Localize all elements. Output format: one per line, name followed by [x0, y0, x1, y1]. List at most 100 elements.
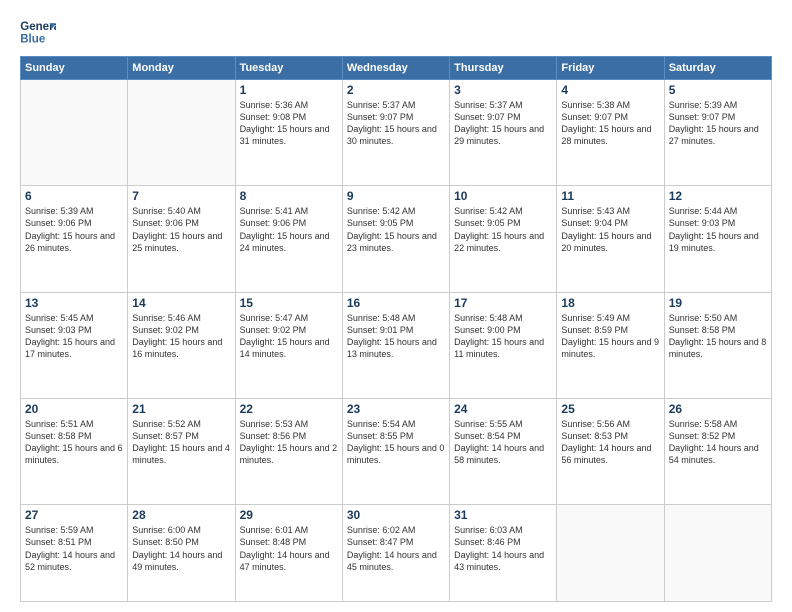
- day-number: 10: [454, 189, 552, 203]
- day-number: 8: [240, 189, 338, 203]
- day-number: 23: [347, 402, 445, 416]
- week-row-1: 1 Sunrise: 5:36 AM Sunset: 9:08 PM Daylig…: [21, 80, 772, 186]
- weekday-header-tuesday: Tuesday: [235, 57, 342, 80]
- calendar-cell: 15Sunrise: 5:47 AM Sunset: 9:02 PM Dayli…: [235, 292, 342, 398]
- day-number: 18: [561, 296, 659, 310]
- day-number: 16: [347, 296, 445, 310]
- cell-content: Sunrise: 5:48 AM Sunset: 9:01 PM Dayligh…: [347, 312, 445, 361]
- cell-content: Sunrise: 5:46 AM Sunset: 9:02 PM Dayligh…: [132, 312, 230, 361]
- week-row-4: 20Sunrise: 5:51 AM Sunset: 8:58 PM Dayli…: [21, 398, 772, 504]
- cell-content: Sunrise: 5:50 AM Sunset: 8:58 PM Dayligh…: [669, 312, 767, 361]
- calendar-cell: 16 Sunrise: 5:48 AM Sunset: 9:01 PM Dayli…: [342, 292, 449, 398]
- week-row-2: 6 Sunrise: 5:39 AM Sunset: 9:06 PM Daylig…: [21, 186, 772, 292]
- day-number: 5: [669, 83, 767, 97]
- cell-content: Sunrise: 5:49 AM Sunset: 8:59 PM Dayligh…: [561, 312, 659, 361]
- cell-content: Sunrise: 5:52 AM Sunset: 8:57 PM Dayligh…: [132, 418, 230, 467]
- calendar-cell: 28 Sunrise: 6:00 AM Sunset: 8:50 PM Dayli…: [128, 505, 235, 602]
- calendar-cell: 22 Sunrise: 5:53 AM Sunset: 8:56 PM Dayli…: [235, 398, 342, 504]
- day-number: 3: [454, 83, 552, 97]
- day-number: 4: [561, 83, 659, 97]
- calendar-table: SundayMondayTuesdayWednesdayThursdayFrid…: [20, 56, 772, 602]
- week-row-3: 13 Sunrise: 5:45 AM Sunset: 9:03 PM Dayli…: [21, 292, 772, 398]
- calendar-cell: 26Sunrise: 5:58 AM Sunset: 8:52 PM Dayli…: [664, 398, 771, 504]
- day-number: 12: [669, 189, 767, 203]
- day-number: 28: [132, 508, 230, 522]
- cell-content: Sunrise: 5:56 AM Sunset: 8:53 PM Dayligh…: [561, 418, 659, 467]
- cell-content: Sunrise: 5:48 AM Sunset: 9:00 PM Dayligh…: [454, 312, 552, 361]
- weekday-header-saturday: Saturday: [664, 57, 771, 80]
- day-number: 27: [25, 508, 123, 522]
- calendar-cell: [128, 80, 235, 186]
- calendar-cell: [21, 80, 128, 186]
- weekday-header-thursday: Thursday: [450, 57, 557, 80]
- cell-content: Sunrise: 5:39 AM Sunset: 9:06 PM Dayligh…: [25, 205, 123, 254]
- cell-content: Sunrise: 5:39 AM Sunset: 9:07 PM Dayligh…: [669, 99, 767, 148]
- day-number: 1: [240, 83, 338, 97]
- cell-content: Sunrise: 5:44 AM Sunset: 9:03 PM Dayligh…: [669, 205, 767, 254]
- logo-icon: General Blue: [20, 16, 56, 48]
- calendar-cell: 25 Sunrise: 5:56 AM Sunset: 8:53 PM Dayli…: [557, 398, 664, 504]
- day-number: 17: [454, 296, 552, 310]
- weekday-header-monday: Monday: [128, 57, 235, 80]
- day-number: 14: [132, 296, 230, 310]
- header: General Blue: [20, 16, 772, 48]
- calendar-cell: 29 Sunrise: 6:01 AM Sunset: 8:48 PM Dayli…: [235, 505, 342, 602]
- weekday-header-friday: Friday: [557, 57, 664, 80]
- day-number: 20: [25, 402, 123, 416]
- cell-content: Sunrise: 5:42 AM Sunset: 9:05 PM Dayligh…: [454, 205, 552, 254]
- calendar-cell: 23 Sunrise: 5:54 AM Sunset: 8:55 PM Dayli…: [342, 398, 449, 504]
- cell-content: Sunrise: 5:45 AM Sunset: 9:03 PM Dayligh…: [25, 312, 123, 361]
- weekday-header-sunday: Sunday: [21, 57, 128, 80]
- calendar-cell: 8 Sunrise: 5:41 AM Sunset: 9:06 PM Daylig…: [235, 186, 342, 292]
- day-number: 6: [25, 189, 123, 203]
- day-number: 22: [240, 402, 338, 416]
- day-number: 21: [132, 402, 230, 416]
- cell-content: Sunrise: 6:02 AM Sunset: 8:47 PM Dayligh…: [347, 524, 445, 573]
- day-number: 24: [454, 402, 552, 416]
- cell-content: Sunrise: 5:40 AM Sunset: 9:06 PM Dayligh…: [132, 205, 230, 254]
- calendar-cell: 4 Sunrise: 5:38 AM Sunset: 9:07 PM Daylig…: [557, 80, 664, 186]
- cell-content: Sunrise: 6:01 AM Sunset: 8:48 PM Dayligh…: [240, 524, 338, 573]
- calendar-cell: 18 Sunrise: 5:49 AM Sunset: 8:59 PM Dayli…: [557, 292, 664, 398]
- cell-content: Sunrise: 5:53 AM Sunset: 8:56 PM Dayligh…: [240, 418, 338, 467]
- cell-content: Sunrise: 5:36 AM Sunset: 9:08 PM Dayligh…: [240, 99, 338, 148]
- day-number: 13: [25, 296, 123, 310]
- day-number: 19: [669, 296, 767, 310]
- calendar-cell: 10 Sunrise: 5:42 AM Sunset: 9:05 PM Dayli…: [450, 186, 557, 292]
- calendar-cell: 3 Sunrise: 5:37 AM Sunset: 9:07 PM Daylig…: [450, 80, 557, 186]
- cell-content: Sunrise: 5:41 AM Sunset: 9:06 PM Dayligh…: [240, 205, 338, 254]
- cell-content: Sunrise: 5:37 AM Sunset: 9:07 PM Dayligh…: [454, 99, 552, 148]
- cell-content: Sunrise: 6:03 AM Sunset: 8:46 PM Dayligh…: [454, 524, 552, 573]
- calendar-cell: 31 Sunrise: 6:03 AM Sunset: 8:46 PM Dayli…: [450, 505, 557, 602]
- calendar-cell: 24 Sunrise: 5:55 AM Sunset: 8:54 PM Dayli…: [450, 398, 557, 504]
- calendar-cell: 19 Sunrise: 5:50 AM Sunset: 8:58 PM Dayli…: [664, 292, 771, 398]
- cell-content: Sunrise: 5:58 AM Sunset: 8:52 PM Dayligh…: [669, 418, 767, 467]
- day-number: 29: [240, 508, 338, 522]
- calendar-cell: 13 Sunrise: 5:45 AM Sunset: 9:03 PM Dayli…: [21, 292, 128, 398]
- calendar-cell: 20Sunrise: 5:51 AM Sunset: 8:58 PM Dayli…: [21, 398, 128, 504]
- day-number: 11: [561, 189, 659, 203]
- weekday-header-row: SundayMondayTuesdayWednesdayThursdayFrid…: [21, 57, 772, 80]
- day-number: 25: [561, 402, 659, 416]
- day-number: 30: [347, 508, 445, 522]
- cell-content: Sunrise: 6:00 AM Sunset: 8:50 PM Dayligh…: [132, 524, 230, 573]
- calendar-cell: 2 Sunrise: 5:37 AM Sunset: 9:07 PM Daylig…: [342, 80, 449, 186]
- cell-content: Sunrise: 5:59 AM Sunset: 8:51 PM Dayligh…: [25, 524, 123, 573]
- day-number: 31: [454, 508, 552, 522]
- cell-content: Sunrise: 5:43 AM Sunset: 9:04 PM Dayligh…: [561, 205, 659, 254]
- cell-content: Sunrise: 5:54 AM Sunset: 8:55 PM Dayligh…: [347, 418, 445, 467]
- calendar-cell: 17 Sunrise: 5:48 AM Sunset: 9:00 PM Dayli…: [450, 292, 557, 398]
- calendar-cell: 27 Sunrise: 5:59 AM Sunset: 8:51 PM Dayli…: [21, 505, 128, 602]
- calendar-cell: [664, 505, 771, 602]
- weekday-header-wednesday: Wednesday: [342, 57, 449, 80]
- day-number: 2: [347, 83, 445, 97]
- calendar-cell: 21 Sunrise: 5:52 AM Sunset: 8:57 PM Dayli…: [128, 398, 235, 504]
- cell-content: Sunrise: 5:42 AM Sunset: 9:05 PM Dayligh…: [347, 205, 445, 254]
- cell-content: Sunrise: 5:38 AM Sunset: 9:07 PM Dayligh…: [561, 99, 659, 148]
- cell-content: Sunrise: 5:37 AM Sunset: 9:07 PM Dayligh…: [347, 99, 445, 148]
- logo: General Blue: [20, 16, 56, 48]
- cell-content: Sunrise: 5:55 AM Sunset: 8:54 PM Dayligh…: [454, 418, 552, 467]
- svg-text:General: General: [20, 21, 56, 33]
- day-number: 9: [347, 189, 445, 203]
- calendar-cell: 6 Sunrise: 5:39 AM Sunset: 9:06 PM Daylig…: [21, 186, 128, 292]
